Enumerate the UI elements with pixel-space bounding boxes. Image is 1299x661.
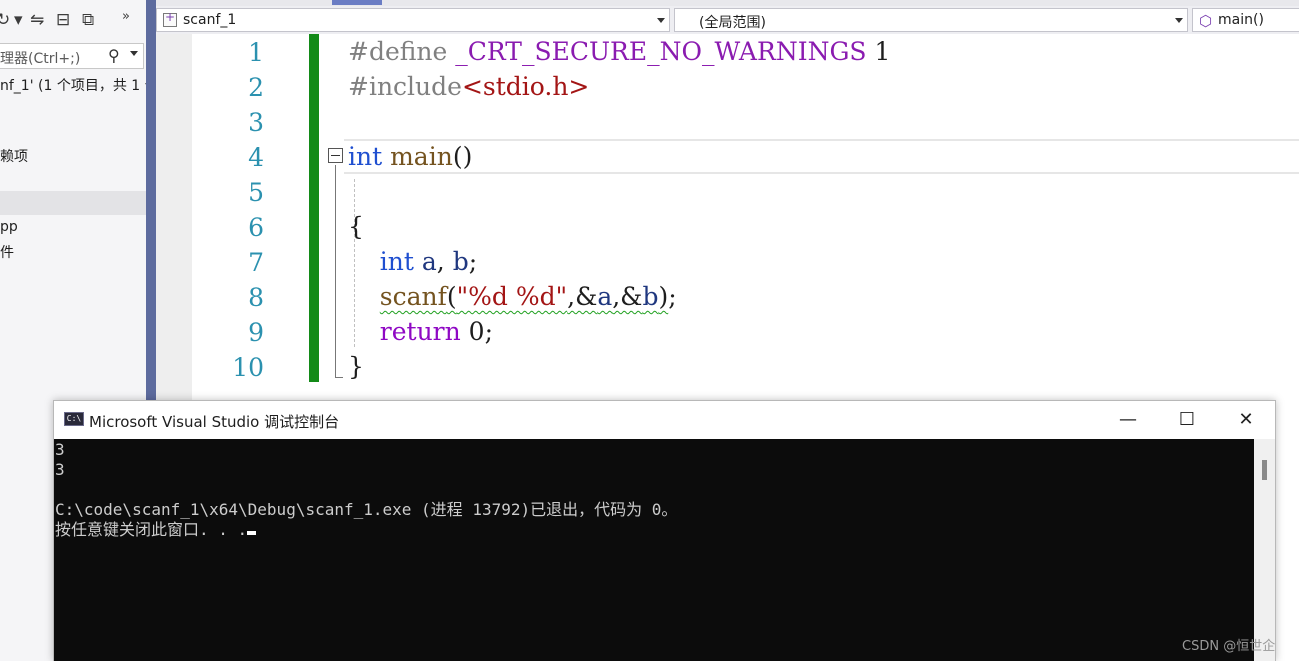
variable: b: [452, 247, 469, 276]
function-dropdown-label: main(): [1218, 12, 1264, 28]
close-button[interactable]: ✕: [1217, 401, 1275, 439]
console-app-icon: C:\: [64, 412, 84, 426]
console-titlebar[interactable]: C:\ Microsoft Visual Studio 调试控制台 — ☐ ✕: [54, 401, 1275, 439]
tree-item-files[interactable]: 件: [0, 242, 14, 262]
keyword: int: [348, 247, 414, 276]
parens: (): [452, 142, 473, 171]
console-line: 按任意键关闭此窗口. . .: [55, 520, 248, 539]
punctuation: ,&: [612, 282, 643, 311]
text-cursor: [247, 531, 257, 535]
include-header: <stdio.h>: [461, 72, 590, 101]
tree-item-dependencies[interactable]: 赖项: [0, 146, 28, 166]
punctuation: ;: [468, 247, 478, 276]
keyword: return: [348, 317, 461, 346]
debug-console-window: C:\ Microsoft Visual Studio 调试控制台 — ☐ ✕ …: [53, 400, 1276, 661]
sync-icon[interactable]: ↻: [0, 12, 10, 29]
collapse-icon[interactable]: [328, 148, 343, 163]
console-scrollbar[interactable]: [1254, 439, 1275, 661]
change-tracking-bar: [309, 34, 319, 382]
chevron-down-icon[interactable]: [1175, 18, 1183, 23]
variable: b: [642, 282, 659, 311]
line-number: 1: [248, 38, 264, 67]
console-line: 3: [55, 440, 65, 459]
solution-node[interactable]: nf_1' (1 个项目，共 1 个: [0, 75, 159, 95]
line-number: 6: [248, 213, 264, 242]
macro-value: 1: [866, 37, 891, 66]
variable: a: [413, 247, 437, 276]
navigation-bar: scanf_1 (全局范围) ⬡ main(): [156, 6, 1299, 34]
line-number: 9: [248, 318, 264, 347]
solution-explorer-search[interactable]: 理器(Ctrl+;) ⚲: [0, 43, 144, 69]
chevron-down-icon[interactable]: ▾: [14, 12, 23, 29]
solution-explorer-toolbar: ↻ ▾ ⇋ ⊟ ⧉ »: [0, 6, 146, 36]
line-number: 3: [248, 108, 264, 137]
macro-name: _CRT_SECURE_NO_WARNINGS: [455, 37, 867, 66]
search-dropdown-icon[interactable]: [130, 51, 138, 56]
search-placeholder: 理器(Ctrl+;): [0, 51, 81, 67]
code-line-1[interactable]: #define _CRT_SECURE_NO_WARNINGS 1: [348, 34, 890, 69]
console-line-prompt: 按任意键关闭此窗口. . .: [55, 520, 257, 540]
code-line-7[interactable]: int a, b;: [348, 244, 477, 279]
scope-dropdown-label: (全局范围): [699, 15, 766, 31]
outlining-line: [335, 165, 336, 378]
close-brace: }: [348, 352, 364, 381]
line-number: 4: [248, 143, 264, 172]
function-name: main: [382, 142, 453, 171]
console-line: 3: [55, 460, 65, 479]
swap-icon[interactable]: ⇋: [30, 12, 44, 29]
code-line-10[interactable]: }: [348, 349, 364, 384]
watermark: CSDN @恒世企: [1182, 639, 1276, 654]
line-number: 5: [248, 178, 264, 207]
punctuation: ,&: [567, 282, 598, 311]
preprocessor-directive: #include: [348, 72, 462, 101]
tree-item-source-files[interactable]: pp: [0, 219, 18, 235]
warning-squiggle[interactable]: scanf("%d %d",&a,&b): [380, 282, 668, 311]
current-line-highlight: [344, 139, 1299, 174]
chevron-down-icon[interactable]: [657, 18, 665, 23]
code-line-6[interactable]: {: [348, 209, 364, 244]
code-line-8[interactable]: scanf("%d %d",&a,&b);: [348, 279, 677, 314]
copy-icon[interactable]: ⧉: [82, 12, 94, 29]
variable: a: [597, 282, 613, 311]
string-literal: "%d %d": [456, 282, 568, 311]
console-title: Microsoft Visual Studio 调试控制台: [89, 413, 340, 431]
project-dropdown[interactable]: scanf_1: [156, 8, 670, 32]
project-dropdown-label: scanf_1: [183, 12, 237, 28]
line-number: 10: [232, 353, 264, 382]
search-icon[interactable]: ⚲: [108, 46, 120, 65]
code-line-2[interactable]: #include<stdio.h>: [348, 69, 589, 104]
active-tab-indicator[interactable]: [332, 0, 382, 5]
tree-item-selected[interactable]: [0, 191, 146, 215]
code-line-4[interactable]: int main(): [348, 139, 472, 174]
preprocessor-directive: #define: [348, 37, 448, 66]
minimize-button[interactable]: —: [1099, 401, 1157, 439]
line-number: 8: [248, 283, 264, 312]
line-number: 7: [248, 248, 264, 277]
project-icon: [163, 10, 177, 27]
function-cube-icon: ⬡: [1199, 12, 1213, 30]
function-call: scanf: [379, 282, 447, 311]
collapse-all-icon[interactable]: ⊟: [56, 12, 70, 29]
scope-dropdown[interactable]: (全局范围): [674, 8, 1188, 32]
punctuation: ;: [668, 282, 677, 311]
keyword: int: [348, 142, 383, 171]
return-value: 0;: [460, 317, 494, 346]
open-brace: {: [348, 212, 364, 241]
line-number: 2: [248, 73, 264, 102]
console-output[interactable]: 3 3 C:\code\scanf_1\x64\Debug\scanf_1.ex…: [54, 439, 1254, 661]
punctuation: (: [446, 282, 457, 311]
punctuation: ): [658, 282, 669, 311]
maximize-button[interactable]: ☐: [1158, 401, 1216, 439]
overflow-icon[interactable]: »: [122, 8, 130, 25]
function-dropdown[interactable]: ⬡ main(): [1192, 8, 1299, 32]
punctuation: ,: [436, 247, 453, 276]
screen: ↻ ▾ ⇋ ⊟ ⧉ » 理器(Ctrl+;) ⚲ nf_1' (1 个项目，共 …: [0, 0, 1299, 661]
console-line: C:\code\scanf_1\x64\Debug\scanf_1.exe (进…: [55, 500, 678, 519]
code-line-9[interactable]: return 0;: [348, 314, 493, 349]
scrollbar-thumb[interactable]: [1262, 460, 1267, 480]
outlining-end: [335, 377, 343, 378]
